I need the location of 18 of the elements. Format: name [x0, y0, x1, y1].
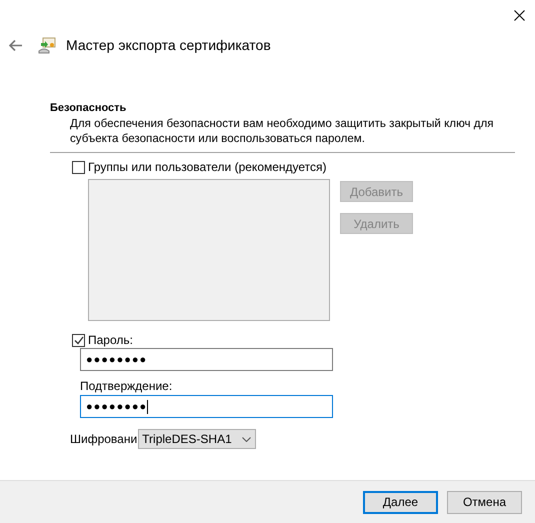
next-button[interactable]: Далее	[363, 490, 438, 514]
section-title: Безопасность	[50, 102, 128, 114]
chevron-icon	[242, 436, 252, 442]
section-description: Для обеспечения безопасности вам необходимо защитить закрытый ключ для субъекта безопасности или воспользоваться паролем.	[70, 116, 495, 146]
groups-checkbox[interactable]	[72, 160, 85, 174]
close-icon[interactable]	[514, 10, 525, 20]
password-field[interactable]: ●●●●●●●●	[80, 348, 333, 371]
certificate-icon	[38, 36, 56, 54]
password-label: Пароль:	[88, 333, 133, 347]
groups-label: Группы или пользователи (рекомендуется)	[88, 160, 327, 174]
encryption-dropdown[interactable]: TripleDES-SHA1	[138, 429, 256, 449]
confirmation-label: Подтверждение:	[80, 379, 174, 393]
encryption-label: Шифровани	[70, 432, 138, 446]
back-arrow-icon[interactable]	[9, 40, 22, 50]
window-title: Мастер экспорта сертификатов	[66, 37, 271, 53]
confirmation-field[interactable]: ●●●●●●●●	[80, 395, 333, 418]
password-checkbox[interactable]	[72, 334, 85, 346]
cancel-button[interactable]: Отмена	[447, 490, 522, 514]
